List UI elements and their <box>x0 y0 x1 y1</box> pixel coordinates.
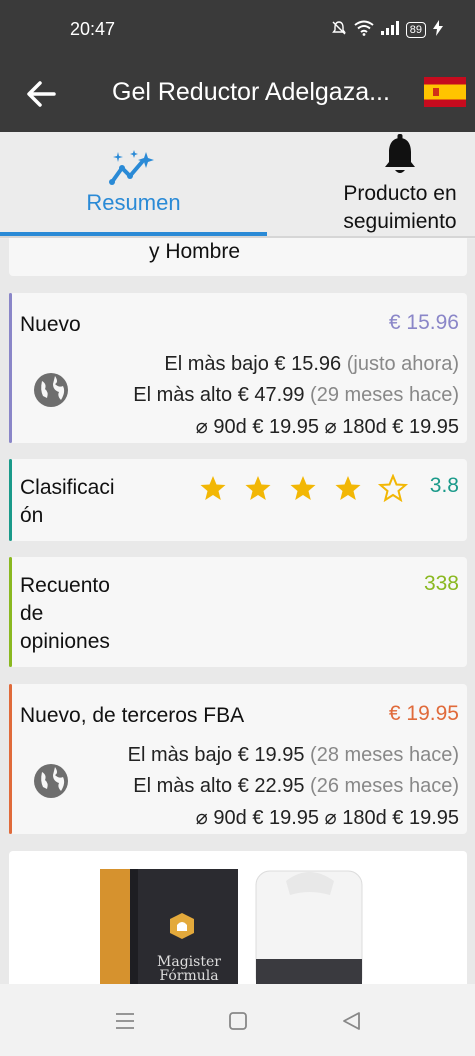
globe-icon <box>33 372 69 408</box>
menu-lines-icon <box>116 1013 134 1029</box>
reviews-count: 338 <box>423 572 459 595</box>
lowest-label: El màs bajo <box>164 353 269 375</box>
highest-price-line: El màs alto € 22.95 (26 meses hace) <box>133 775 459 798</box>
status-icons: 89 <box>331 20 443 39</box>
triangle-back-icon <box>343 1012 360 1030</box>
square-icon <box>229 1012 247 1030</box>
price-type-label: Nuevo, de terceros FBA <box>20 704 245 727</box>
rating-value: 3.8 <box>429 474 459 497</box>
card-accent-bar <box>9 684 12 834</box>
highest-label: El màs alto <box>133 384 233 406</box>
avg180-label: ⌀ 180d <box>324 807 387 829</box>
lowest-price-line: El màs bajo € 19.95 (28 meses hace) <box>128 744 459 767</box>
lowest-value: € 19.95 <box>237 744 305 766</box>
page-title: Gel Reductor Adelgaza... <box>112 78 390 106</box>
average-price-line: ⌀ 90d € 19.95 ⌀ 180d € 19.95 <box>196 414 459 439</box>
lowest-when: (28 meses hace) <box>310 744 459 766</box>
rating-label: Clasificaci ón <box>20 476 115 527</box>
current-price: € 15.96 <box>388 311 459 334</box>
signal-icon <box>380 21 399 38</box>
mute-icon <box>331 20 347 39</box>
tab-producto-seguimiento-label: Producto en seguimiento <box>343 182 457 233</box>
current-price: € 19.95 <box>388 702 459 725</box>
lowest-label: El màs bajo <box>127 744 233 766</box>
spain-flag-icon[interactable] <box>424 77 466 107</box>
card-accent-bar <box>9 293 12 443</box>
globe-icon <box>33 763 69 799</box>
charging-icon <box>433 20 443 39</box>
star-rating <box>199 473 419 503</box>
wifi-icon <box>354 20 374 39</box>
partial-card-text: y Hombre <box>149 240 241 263</box>
price-type-label: Nuevo <box>20 313 81 336</box>
price-card-fba[interactable]: Nuevo, de terceros FBA € 19.95 El màs ba… <box>9 684 467 834</box>
back-button[interactable] <box>22 74 62 114</box>
lowest-price-line: El màs bajo € 15.96 (justo ahora) <box>164 353 459 376</box>
price-card-nuevo[interactable]: Nuevo € 15.96 El màs bajo € 15.96 (justo… <box>9 293 467 443</box>
product-image <box>94 851 374 984</box>
highest-label: El màs alto <box>133 775 233 797</box>
status-bar: 20:47 89 <box>0 0 475 60</box>
bell-icon <box>382 134 418 181</box>
menu-button[interactable] <box>114 1010 136 1032</box>
reviews-card[interactable]: Recuento de opiniones 338 <box>9 557 467 667</box>
reviews-label: Recuento de opiniones <box>20 574 110 653</box>
tab-producto-seguimiento[interactable]: Producto en seguimiento <box>325 132 475 236</box>
tab-resumen[interactable]: Resumen <box>0 132 267 236</box>
tab-resumen-label: Resumen <box>86 190 181 215</box>
avg90-label: ⌀ 90d <box>195 416 247 438</box>
tab-bar: Resumen Producto en seguimiento <box>0 132 475 239</box>
highest-when: (26 meses hace) <box>310 775 459 797</box>
avg180-value: € 19.95 <box>392 416 459 438</box>
card-accent-bar <box>9 557 12 667</box>
home-button[interactable] <box>227 1010 249 1032</box>
highest-price-line: El màs alto € 47.99 (29 meses hace) <box>133 384 459 407</box>
content-scroll[interactable]: y Hombre Nuevo € 15.96 El màs bajo € 15.… <box>0 238 475 984</box>
lowest-value: € 15.96 <box>274 353 342 375</box>
trend-sparkle-icon <box>108 150 156 191</box>
rating-card[interactable]: Clasificaci ón 3.8 <box>9 459 467 541</box>
avg90-value: € 19.95 <box>252 807 320 829</box>
stars-icon <box>200 473 409 503</box>
highest-value: € 47.99 <box>237 384 305 406</box>
lowest-when: (justo ahora) <box>346 353 459 375</box>
partial-card: y Hombre <box>9 238 467 276</box>
highest-value: € 22.95 <box>237 775 305 797</box>
back-nav-button[interactable] <box>340 1010 362 1032</box>
status-time: 20:47 <box>70 19 116 39</box>
avg90-label: ⌀ 90d <box>195 807 247 829</box>
average-price-line: ⌀ 90d € 19.95 ⌀ 180d € 19.95 <box>196 805 459 830</box>
system-nav-bar <box>0 984 475 1056</box>
product-brand-text: Magister Fórmula <box>157 954 221 984</box>
avg180-value: € 19.95 <box>392 807 459 829</box>
arrow-left-icon <box>27 81 56 107</box>
product-image-card[interactable]: Magister Fórmula <box>9 851 467 984</box>
avg90-value: € 19.95 <box>252 416 320 438</box>
battery-indicator: 89 <box>405 21 426 38</box>
avg180-label: ⌀ 180d <box>324 416 387 438</box>
app-bar: Gel Reductor Adelgaza... <box>0 60 475 132</box>
highest-when: (29 meses hace) <box>310 384 459 406</box>
card-accent-bar <box>9 459 12 541</box>
